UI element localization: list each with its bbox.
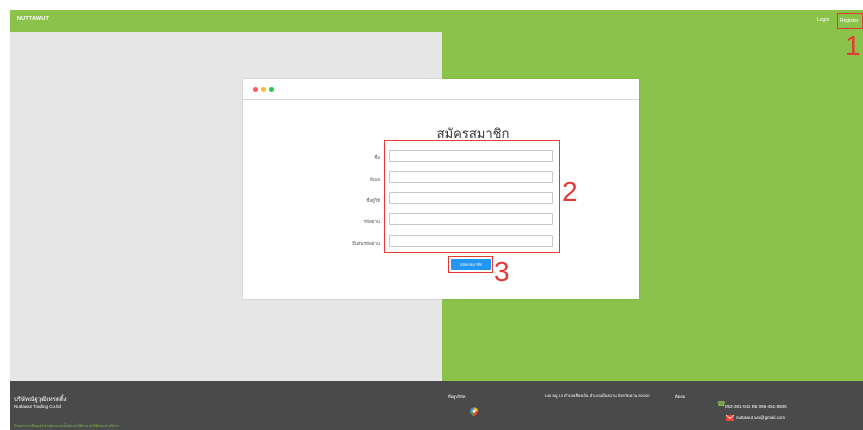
name-label: ชื่อ	[374, 155, 380, 160]
footer-map-title: ที่อยู่บริษัท	[448, 394, 466, 399]
annotation-number-2: 2	[562, 176, 578, 207]
annotation-box-fields	[384, 140, 560, 253]
window-minimize-dot-icon	[261, 87, 266, 92]
register-link[interactable]: Register	[837, 13, 863, 29]
footer-company-name-th: บริษัทณัฐวุฒิเทรดดิ้ง	[14, 397, 67, 403]
username-label: ชื่อผู้ใช้	[366, 198, 380, 203]
annotation-box-submit	[448, 256, 493, 273]
mail-icon	[726, 415, 734, 421]
confirm-password-label: ยืนยันรหัสผ่าน	[352, 241, 380, 246]
top-navbar: NUTTAWUT Login Register	[10, 10, 863, 32]
annotation-number-1: 1	[845, 30, 861, 61]
site-footer: บริษัทณัฐวุฒิเทรดดิ้ง Nuttawut Trading C…	[10, 381, 863, 430]
brand-logo[interactable]: NUTTAWUT	[17, 16, 49, 22]
google-maps-pin-icon[interactable]	[469, 407, 479, 417]
window-maximize-dot-icon	[269, 87, 274, 92]
password-label: รหัสผ่าน	[363, 219, 380, 224]
annotation-number-3: 3	[494, 256, 510, 287]
footer-company-name-en: Nuttawut Trading Co.ltd	[14, 404, 62, 409]
footer-phone: 053-381-042 ต่อ 086-451-8505	[725, 404, 787, 409]
login-link[interactable]: Login	[817, 17, 829, 23]
footer-address: 146 หมู่ 10 ตำบลเชียงเงิน อำเภอเมืองน่าน…	[544, 393, 650, 398]
footer-contact-title: ติดต่อ	[675, 394, 686, 399]
email-label: อีเมล	[370, 177, 380, 182]
footer-links[interactable]: ร้านอาหาร ดีลเลอร์ ค่าส่งงาน ค่าน้ำมัน ค…	[14, 423, 119, 429]
window-titlebar	[243, 79, 639, 100]
footer-email[interactable]: nuttawut.wo@gmail.com	[736, 415, 785, 420]
page: NUTTAWUT Login Register สมัครสมาชิก ชื่อ…	[0, 0, 863, 430]
phone-icon: ☎	[717, 401, 726, 408]
window-close-dot-icon	[253, 87, 258, 92]
